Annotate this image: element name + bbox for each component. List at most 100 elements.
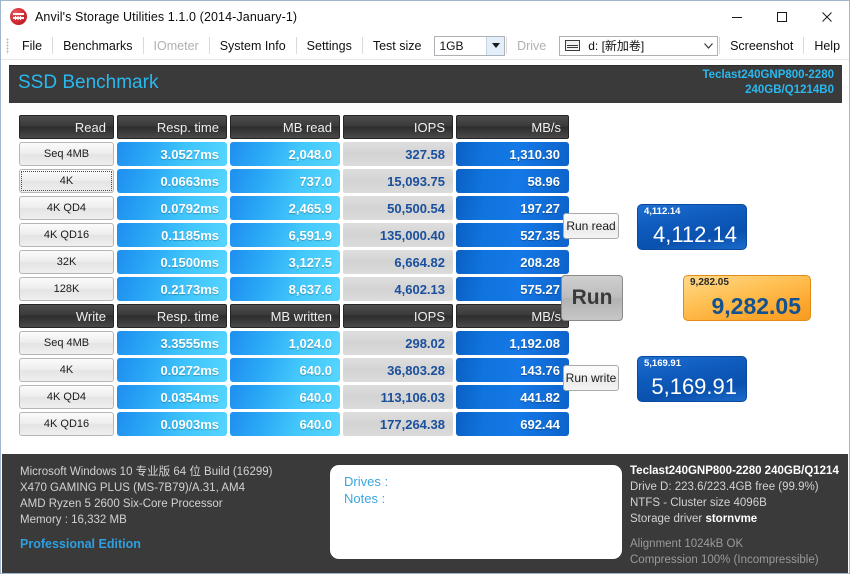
row-label-button[interactable]: 4K — [19, 169, 114, 193]
close-icon[interactable] — [804, 1, 849, 32]
run-button[interactable]: Run — [561, 275, 623, 321]
cell-mbs: 692.44 — [456, 412, 569, 436]
maximize-icon[interactable] — [759, 1, 804, 32]
edition-label: Professional Edition — [20, 537, 141, 551]
table-header-row: Read Resp. time MB read IOPS MB/s — [19, 115, 569, 139]
column-header-read: Read — [19, 115, 114, 139]
footer-panel: Microsoft Windows 10 专业版 64 位 Build (162… — [2, 454, 848, 573]
drive-select[interactable]: d: [新加卷] — [559, 35, 719, 56]
menu-divider — [52, 37, 54, 54]
read-score-value: 4,112.14 — [652, 222, 737, 247]
storage-driver-value: stornvme — [705, 513, 758, 525]
cell-iops: 6,664.82 — [343, 250, 453, 274]
row-label-button[interactable]: 4K — [19, 358, 114, 382]
cell-mb: 640.0 — [230, 385, 340, 409]
cell-resp-time: 0.0272ms — [117, 358, 227, 382]
table-row: 4K QD4 0.0354ms 640.0 113,106.03 441.82 — [19, 385, 569, 409]
row-label-button[interactable]: 4K QD16 — [19, 412, 114, 436]
total-score-panel: 9,282.05 9,282.05 — [683, 275, 811, 321]
column-header-resp-time: Resp. time — [117, 115, 227, 139]
menu-divider — [803, 37, 805, 54]
table-row: 4K QD4 0.0792ms 2,465.9 50,500.54 197.27 — [19, 196, 569, 220]
write-score-panel: 5,169.91 5,169.91 — [637, 356, 747, 402]
cell-iops: 135,000.40 — [343, 223, 453, 247]
cell-iops: 50,500.54 — [343, 196, 453, 220]
column-header-mbs: MB/s — [456, 304, 569, 328]
column-header-mb-read: MB read — [230, 115, 340, 139]
cell-mbs: 197.27 — [456, 196, 569, 220]
cell-mb: 737.0 — [230, 169, 340, 193]
cell-resp-time: 0.0903ms — [117, 412, 227, 436]
chevron-down-icon[interactable] — [699, 37, 717, 55]
test-size-select[interactable]: 1GB — [434, 35, 506, 56]
menu-item-screenshot[interactable]: Screenshot — [721, 36, 802, 56]
header-drive-line1: Teclast240GNP800-2280 — [702, 69, 835, 81]
row-label-button[interactable]: Seq 4MB — [19, 331, 114, 355]
menu-item-benchmarks[interactable]: Benchmarks — [54, 36, 141, 56]
column-header-write: Write — [19, 304, 114, 328]
drive-value: d: [新加卷] — [588, 39, 645, 53]
cell-mb: 6,591.9 — [230, 223, 340, 247]
page-title: SSD Benchmark — [18, 72, 159, 93]
column-header-iops: IOPS — [343, 304, 453, 328]
cell-iops: 327.58 — [343, 142, 453, 166]
row-label-button[interactable]: 4K QD4 — [19, 385, 114, 409]
cell-mbs: 208.28 — [456, 250, 569, 274]
minimize-icon[interactable] — [714, 1, 759, 32]
cell-iops: 113,106.03 — [343, 385, 453, 409]
menu-divider — [361, 37, 363, 54]
cell-resp-time: 0.1500ms — [117, 250, 227, 274]
run-read-button[interactable]: Run read — [563, 213, 619, 239]
table-row: 4K QD16 0.1185ms 6,591.9 135,000.40 527.35 — [19, 223, 569, 247]
anvil-app-icon — [10, 8, 27, 25]
menu-item-file[interactable]: File — [13, 36, 51, 56]
row-label-button[interactable]: Seq 4MB — [19, 142, 114, 166]
cell-resp-time: 0.2173ms — [117, 277, 227, 301]
cell-mb: 640.0 — [230, 358, 340, 382]
menu-item-help[interactable]: Help — [805, 36, 849, 56]
menu-divider — [506, 37, 508, 54]
cell-iops: 4,602.13 — [343, 277, 453, 301]
drive-info-alignment: Alignment 1024kB OK — [630, 538, 744, 550]
cell-mb: 2,048.0 — [230, 142, 340, 166]
read-score-panel: 4,112.14 4,112.14 — [637, 204, 747, 250]
cell-mb: 2,465.9 — [230, 196, 340, 220]
cell-mbs: 143.76 — [456, 358, 569, 382]
chevron-down-icon[interactable] — [486, 36, 505, 55]
cell-mb: 3,127.5 — [230, 250, 340, 274]
total-score-small: 9,282.05 — [690, 277, 729, 288]
row-label-button[interactable]: 128K — [19, 277, 114, 301]
drive-info-compression: Compression 100% (Incompressible) — [630, 554, 819, 566]
drive-label: Drive — [517, 38, 547, 53]
title-bar: Anvil's Storage Utilities 1.1.0 (2014-Ja… — [1, 1, 849, 32]
cell-iops: 15,093.75 — [343, 169, 453, 193]
cell-iops: 298.02 — [343, 331, 453, 355]
drive-info-panel: Teclast240GNP800-2280 240GB/Q1214 Drive … — [630, 463, 848, 568]
row-label-button[interactable]: 32K — [19, 250, 114, 274]
cell-mbs: 441.82 — [456, 385, 569, 409]
run-write-button[interactable]: Run write — [563, 365, 619, 391]
table-row: 128K 0.2173ms 8,637.6 4,602.13 575.27 — [19, 277, 569, 301]
row-label-button[interactable]: 4K QD16 — [19, 223, 114, 247]
header-drive-line2: 240GB/Q1214B0 — [745, 84, 834, 96]
cell-resp-time: 3.0527ms — [117, 142, 227, 166]
system-info-panel: Microsoft Windows 10 专业版 64 位 Build (162… — [20, 464, 272, 552]
cell-mbs: 527.35 — [456, 223, 569, 247]
cell-iops: 177,264.38 — [343, 412, 453, 436]
menu-item-system-info[interactable]: System Info — [211, 36, 295, 56]
row-label-button[interactable]: 4K QD4 — [19, 196, 114, 220]
notes-box[interactable]: Drives : Notes : — [330, 465, 622, 559]
menu-item-settings[interactable]: Settings — [298, 36, 361, 56]
column-header-resp-time: Resp. time — [117, 304, 227, 328]
menu-divider — [719, 37, 721, 54]
toolbar-grip-icon — [6, 37, 9, 54]
cell-resp-time: 0.1185ms — [117, 223, 227, 247]
drive-info-capacity: Drive D: 223.6/223.4GB free (99.9%) — [630, 481, 819, 493]
cell-resp-time: 0.0792ms — [117, 196, 227, 220]
read-results-table: Read Resp. time MB read IOPS MB/s Seq 4M… — [19, 115, 569, 304]
table-row: 4K 0.0663ms 737.0 15,093.75 58.96 — [19, 169, 569, 193]
cell-mb: 1,024.0 — [230, 331, 340, 355]
window-title: Anvil's Storage Utilities 1.1.0 (2014-Ja… — [35, 9, 298, 24]
notes-label: Notes : — [344, 491, 386, 506]
